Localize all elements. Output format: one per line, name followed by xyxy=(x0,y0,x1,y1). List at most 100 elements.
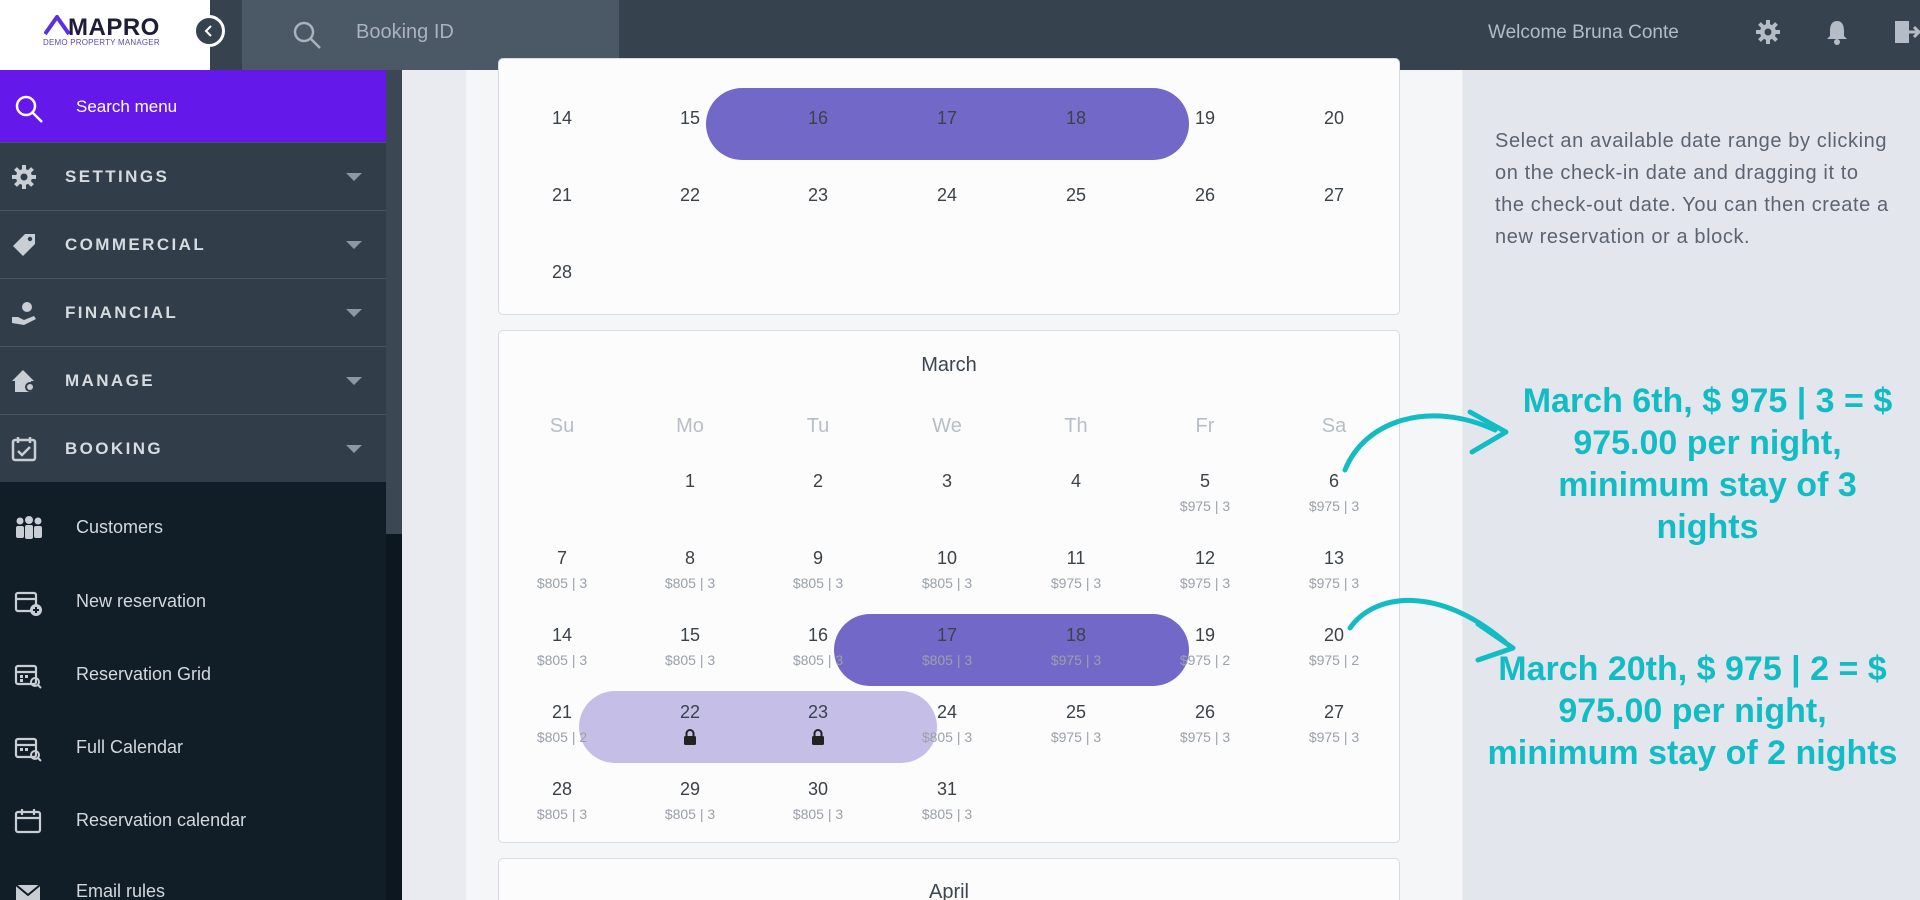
chevron-down-icon xyxy=(346,309,362,317)
sidebar-section-commercial[interactable]: COMMERCIAL xyxy=(0,210,386,278)
calendar-day[interactable]: 28 xyxy=(497,262,627,283)
day-price: $975 | 3 xyxy=(1179,575,1231,591)
calendar-day[interactable]: 25 $975 | 3 xyxy=(1011,702,1141,745)
calendar-day[interactable]: 23 xyxy=(753,702,883,745)
calendar-day[interactable]: 23 xyxy=(753,185,883,206)
chevron-down-icon xyxy=(346,173,362,181)
calendar-day[interactable]: 22 xyxy=(625,185,755,206)
calendar-day[interactable]: 15 $805 | 3 xyxy=(625,625,755,668)
calendar-day[interactable]: 17 $805 | 3 xyxy=(882,625,1012,668)
calendar-day[interactable]: 24 xyxy=(882,185,1012,206)
search-menu-button[interactable]: Search menu xyxy=(0,70,386,142)
month-card-february: 14 15 16 17 18 19 20 21 22 23 24 25 26 27 28 xyxy=(498,58,1400,315)
day-number: 28 xyxy=(551,779,573,799)
logout-icon[interactable] xyxy=(1893,19,1920,45)
calendar-day[interactable]: 14 xyxy=(497,108,627,129)
sidebar-item-new-reservation[interactable]: New reservation xyxy=(0,572,386,632)
envelope-icon xyxy=(15,884,41,900)
calendar-day[interactable]: 8 $805 | 3 xyxy=(625,548,755,591)
calendar-day[interactable]: 24 $805 | 3 xyxy=(882,702,1012,745)
calendar-day[interactable]: 4 xyxy=(1011,471,1141,492)
help-text: Select an available date range by clicki… xyxy=(1495,130,1889,248)
sidebar-section-settings[interactable]: SETTINGS xyxy=(0,142,386,210)
search-icon xyxy=(15,95,43,123)
day-price: $975 | 3 xyxy=(1308,498,1360,514)
calendar-day[interactable]: 2 xyxy=(753,471,883,492)
sidebar-section-manage[interactable]: MANAGE xyxy=(0,346,386,414)
calendar-day[interactable]: 9 $805 | 3 xyxy=(753,548,883,591)
day-number: 2 xyxy=(812,471,823,491)
calendar-add-icon xyxy=(14,591,42,616)
day-number: 27 xyxy=(1323,185,1345,205)
calendar-day[interactable]: 12 $975 | 3 xyxy=(1140,548,1270,591)
calendar-day[interactable]: 1 xyxy=(625,471,755,492)
gear-icon xyxy=(12,165,36,189)
calendar-day[interactable]: 3 xyxy=(882,471,1012,492)
day-number: 27 xyxy=(1323,702,1345,722)
sidebar-section-financial[interactable]: FINANCIAL xyxy=(0,278,386,346)
day-number: 18 xyxy=(1065,625,1087,645)
weekday-label: Su xyxy=(549,415,575,437)
calendar-day[interactable]: 16 $805 | 3 xyxy=(753,625,883,668)
sidebar-item-reservation-grid[interactable]: Reservation Grid xyxy=(0,645,386,705)
gear-icon[interactable] xyxy=(1755,19,1781,45)
sidebar-item-reservation-calendar[interactable]: Reservation calendar xyxy=(0,791,386,851)
calendar-day[interactable]: 31 $805 | 3 xyxy=(882,779,1012,822)
day-number: 13 xyxy=(1323,548,1345,568)
calendar-day[interactable]: 10 $805 | 3 xyxy=(882,548,1012,591)
sidebar-section-label: BOOKING xyxy=(65,439,164,458)
calendar-day[interactable]: 27 $975 | 3 xyxy=(1269,702,1399,745)
calendar-day[interactable]: 7 $805 | 3 xyxy=(497,548,627,591)
calendar-day[interactable]: 27 xyxy=(1269,185,1399,206)
calendar-day[interactable]: 26 xyxy=(1140,185,1270,206)
bell-icon[interactable] xyxy=(1825,19,1849,45)
calendar-day[interactable]: 13 $975 | 3 xyxy=(1269,548,1399,591)
day-number: 25 xyxy=(1065,702,1087,722)
calendar-day[interactable]: 25 xyxy=(1011,185,1141,206)
calendar-day[interactable]: 29 $805 | 3 xyxy=(625,779,755,822)
sidebar-section-booking[interactable]: BOOKING xyxy=(0,414,386,482)
sidebar-scrollbar-thumb[interactable] xyxy=(386,70,402,534)
calendar-day[interactable]: 17 xyxy=(882,108,1012,129)
calendar-day[interactable]: 20 xyxy=(1269,108,1399,129)
calendar-day[interactable]: 26 $975 | 3 xyxy=(1140,702,1270,745)
calendar-day[interactable]: 11 $975 | 3 xyxy=(1011,548,1141,591)
calendar-day[interactable]: 18 xyxy=(1011,108,1141,129)
day-price: $805 | 3 xyxy=(921,806,973,822)
day-price: $975 | 3 xyxy=(1050,729,1102,745)
calendar-day[interactable]: 22 xyxy=(625,702,755,745)
chevron-left-icon xyxy=(204,25,212,37)
booking-id-input[interactable]: Booking ID xyxy=(356,21,454,44)
month-title: March xyxy=(921,354,977,376)
calendar-icon xyxy=(14,809,42,834)
day-number: 21 xyxy=(551,185,573,205)
day-number: 22 xyxy=(679,702,701,722)
day-price: $805 | 3 xyxy=(792,575,844,591)
calendar-day[interactable]: 20 $975 | 2 xyxy=(1269,625,1399,668)
collapse-sidebar-button[interactable] xyxy=(193,15,225,47)
sidebar-item-full-calendar[interactable]: Full Calendar xyxy=(0,718,386,778)
calendar-day[interactable]: 30 $805 | 3 xyxy=(753,779,883,822)
calendar-day[interactable]: 16 xyxy=(753,108,883,129)
calendar-day[interactable]: 19 xyxy=(1140,108,1270,129)
calendar-day[interactable]: 21 xyxy=(497,185,627,206)
brand-logo[interactable]: MAPRO DEMO PROPERTY MANAGER xyxy=(0,0,210,70)
calendar-day[interactable]: 6 $975 | 3 xyxy=(1269,471,1399,514)
calendar-day[interactable]: 15 xyxy=(625,108,755,129)
day-price: $805 | 3 xyxy=(664,806,716,822)
sidebar-item-email-rules[interactable]: Email rules xyxy=(0,862,386,900)
calendar-day[interactable]: 14 $805 | 3 xyxy=(497,625,627,668)
day-number: 31 xyxy=(936,779,958,799)
sidebar-item-customers[interactable]: Customers xyxy=(0,498,386,558)
day-number: 24 xyxy=(936,702,958,722)
day-number: 18 xyxy=(1065,108,1087,128)
calendar-day[interactable]: 18 $975 | 3 xyxy=(1011,625,1141,668)
lock-icon xyxy=(684,729,696,745)
day-number: 4 xyxy=(1070,471,1081,491)
calendar-day[interactable]: 19 $975 | 2 xyxy=(1140,625,1270,668)
calendar-day[interactable]: 5 $975 | 3 xyxy=(1140,471,1270,514)
calendar-day[interactable]: 21 $805 | 2 xyxy=(497,702,627,745)
day-number: 16 xyxy=(807,625,829,645)
sidebar-section-label: MANAGE xyxy=(65,371,155,390)
calendar-day[interactable]: 28 $805 | 3 xyxy=(497,779,627,822)
